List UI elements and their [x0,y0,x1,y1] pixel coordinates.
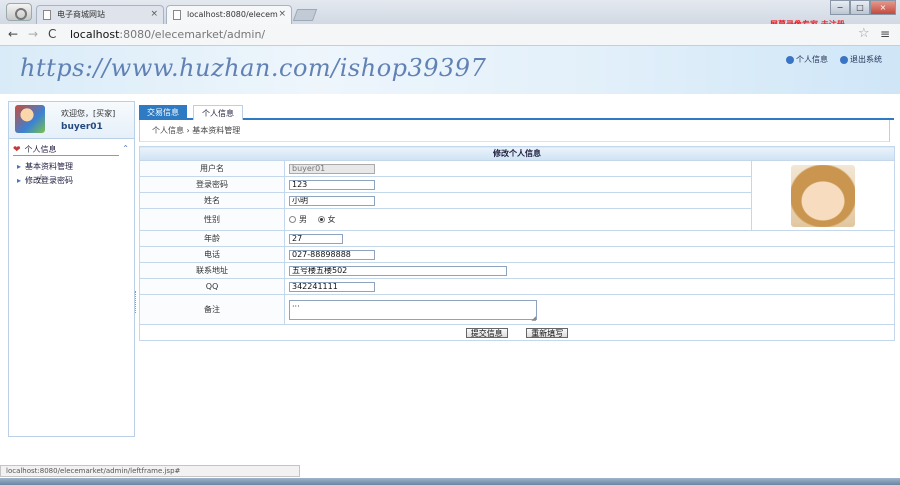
gender-male-label: 男 [299,215,307,224]
status-bar-url: localhost:8080/elecemarket/admin/leftfra… [0,465,300,477]
main-content: 交易信息 个人信息 个人信息 › 基本资料管理 修改个人信息 用户名 登录密码 … [139,101,895,437]
new-tab-button[interactable] [292,9,318,21]
password-field[interactable] [289,179,375,190]
hamburger-menu-icon[interactable]: ≡ [880,27,890,41]
browser-tab-strip: 电子商城网站 × localhost:8080/elecem × − □ × 屏… [0,0,900,29]
submit-button[interactable]: 提交信息 [465,327,508,338]
age-field[interactable] [289,233,343,244]
minimize-button[interactable]: − [830,0,850,15]
banner-links: 个人信息 退出系统 [786,54,882,65]
photo-cell [751,160,895,231]
bookmark-star-icon[interactable]: ☆ [858,27,870,41]
field-label: 性别 [139,208,285,231]
help-icon [840,55,848,64]
qq-field[interactable] [289,281,375,292]
address-field[interactable] [289,265,507,276]
heart-icon: ❤ [13,144,21,155]
field-label: 用户名 [139,160,285,177]
field-label: QQ [139,278,285,295]
field-label: 年龄 [139,230,285,247]
sidebar-item-label: 基本资料管理 [25,162,74,171]
remark-textarea[interactable]: ··· [289,299,537,322]
sidebar-item-label: 修改登录密码 [25,176,74,185]
form-buttons: 提交信息 重新填写 [139,324,895,341]
address-bar: ← → C localhost:8080/elecemarket/admin/ … [0,24,900,46]
url-path: :8080/elecemarket/admin/ [119,28,266,41]
welcome-text: 欢迎您，[买家] [61,109,116,118]
tab-trade-info[interactable]: 交易信息 [139,105,187,120]
name-field[interactable] [289,195,375,206]
profile-form: 修改个人信息 用户名 登录密码 姓名 性别 男 女 [139,146,895,341]
sidebar-item-password[interactable]: ▸ 修改登录密码 [17,175,73,186]
gender-female-radio[interactable] [317,216,325,223]
triangle-right-icon: ▸ [17,176,22,185]
url-input[interactable]: localhost:8080/elecemarket/admin/ [70,28,265,41]
browser-tab-1-label: 电子商城网站 [57,10,105,19]
reset-button[interactable]: 重新填写 [526,327,569,338]
page-icon [173,10,181,20]
content-tabs: 交易信息 个人信息 [139,105,894,120]
profile-link[interactable]: 个人信息 [786,54,828,65]
browser-tab-2[interactable]: localhost:8080/elecem × [166,5,292,24]
avatar [15,105,45,133]
site-banner: https://www.huzhan.com/ishop39397 个人信息 退… [0,46,900,94]
page-icon [43,10,51,20]
form-title: 修改个人信息 [139,146,895,161]
web-page: https://www.huzhan.com/ishop39397 个人信息 退… [0,46,900,465]
window-controls: − □ × [830,0,896,16]
os-taskbar [0,478,900,485]
field-label: 电话 [139,246,285,263]
browser-menu-icon[interactable] [6,3,32,21]
browser-tab-1[interactable]: 电子商城网站 × [36,5,164,24]
collapse-icon[interactable]: ⌃ [122,144,129,153]
user-box: 欢迎您，[买家] buyer01 [9,102,134,139]
gender-male-radio[interactable] [289,216,296,223]
profile-link-label: 个人信息 [796,55,828,64]
breadcrumb: 个人信息 › 基本资料管理 [139,120,890,142]
sidebar: 欢迎您，[买家] buyer01 ❤ 个人信息 ⌃ ▸ 基本资料管理 ▸ 修改登录密… [8,101,135,437]
phone-field[interactable] [289,249,375,260]
sidebar-menu-title: 个人信息 [24,145,57,154]
restore-button[interactable]: □ [850,0,870,15]
field-label: 联系地址 [139,262,285,279]
field-label: 备注 [139,294,285,325]
username-field [289,163,375,174]
browser-tab-2-label: localhost:8080/elecem [187,10,278,19]
triangle-right-icon: ▸ [17,162,22,171]
forward-arrow-icon[interactable]: → [28,26,38,42]
sidebar-menu-header[interactable]: ❤ 个人信息 ⌃ [13,144,129,156]
logout-link-label: 退出系统 [850,55,882,64]
tab-close-icon[interactable]: × [278,6,286,23]
gender-female-label: 女 [327,215,336,224]
tab-personal-info[interactable]: 个人信息 [193,105,243,120]
mouse-cursor-icon: ☝ [36,172,44,186]
field-label: 登录密码 [139,176,285,193]
username-text: buyer01 [61,122,103,132]
tab-close-icon[interactable]: × [150,6,158,23]
profile-photo [791,164,855,227]
logout-link[interactable]: 退出系统 [840,54,882,65]
back-arrow-icon[interactable]: ← [8,26,18,42]
reload-icon[interactable]: C [48,26,56,42]
gear-icon [786,55,794,64]
url-host: localhost [70,28,120,41]
banner-watermark: https://www.huzhan.com/ishop39397 [20,54,487,82]
close-window-button[interactable]: × [870,0,896,15]
sidebar-item-profile[interactable]: ▸ 基本资料管理 [17,161,73,172]
field-label: 姓名 [139,192,285,209]
